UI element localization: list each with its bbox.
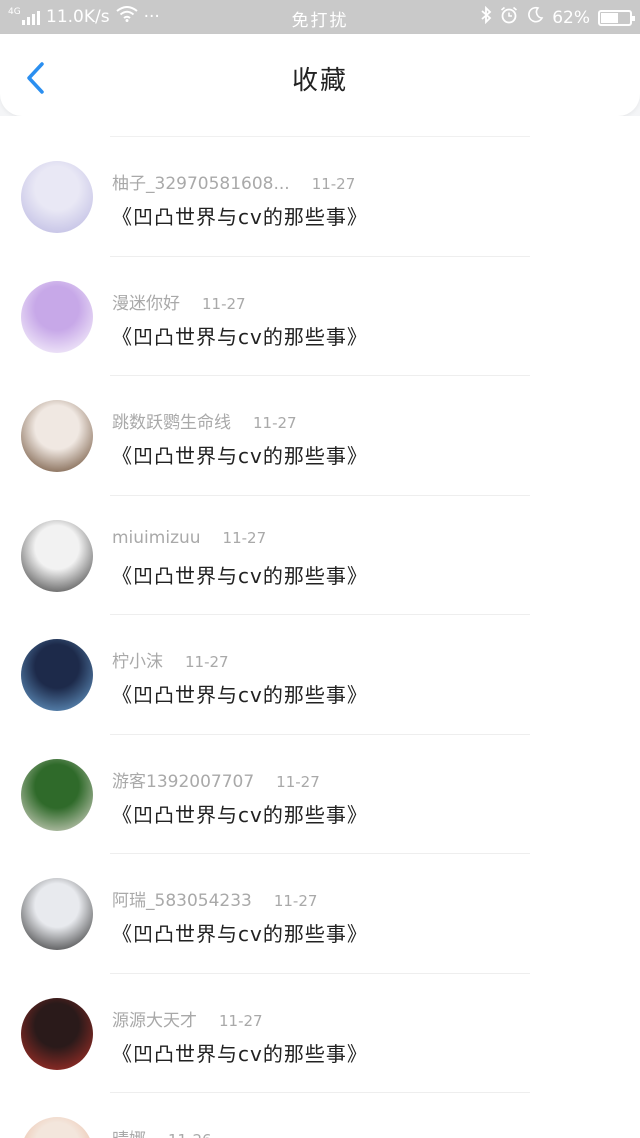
- username[interactable]: 柠小沫: [112, 652, 163, 672]
- timestamp: 11-27: [202, 294, 246, 313]
- list-item[interactable]: 游客1392007707 11-27 《凹凸世界与cv的那些事》: [0, 714, 640, 834]
- avatar[interactable]: [21, 997, 93, 1070]
- list-item[interactable]: 源源大天才 11-27 《凹凸世界与cv的那些事》: [0, 953, 640, 1073]
- header: 收藏: [0, 34, 640, 116]
- favorite-title[interactable]: 《凹凸世界与cv的那些事》: [112, 321, 368, 350]
- item-meta: 晴娜 11-26: [112, 1125, 212, 1138]
- item-meta: 柠小沫 11-27: [112, 647, 229, 672]
- battery-fill: [601, 12, 619, 23]
- item-meta: 阿瑞_583054233 11-27: [112, 886, 317, 911]
- username[interactable]: miuimizuu: [112, 528, 201, 548]
- bluetooth-icon: [480, 5, 492, 29]
- item-meta: 柚子_32970581608... 11-27: [112, 169, 355, 194]
- avatar[interactable]: [21, 161, 93, 233]
- item-meta: 游客1392007707 11-27: [112, 767, 320, 792]
- timestamp: 11-27: [311, 175, 356, 193]
- favorite-title[interactable]: 《凹凸世界与cv的那些事》: [112, 1038, 368, 1067]
- favorite-title[interactable]: 《凹凸世界与cv的那些事》: [112, 560, 368, 589]
- timestamp: 11-26: [168, 1131, 212, 1138]
- timestamp: 11-27: [273, 892, 318, 910]
- list-item[interactable]: 柠小沫 11-27 《凹凸世界与cv的那些事》: [0, 594, 640, 714]
- username[interactable]: 源源大天才: [112, 1011, 197, 1031]
- list-item[interactable]: 阿瑞_583054233 11-27 《凹凸世界与cv的那些事》: [0, 833, 640, 953]
- favorite-title[interactable]: 《凹凸世界与cv的那些事》: [112, 799, 368, 828]
- battery-percent: 62%: [552, 7, 590, 28]
- list-item[interactable]: 晴娜 11-26: [0, 1072, 640, 1138]
- battery-icon: [598, 9, 635, 26]
- timestamp: 11-27: [276, 772, 320, 791]
- favorite-title[interactable]: 《凹凸世界与cv的那些事》: [112, 440, 368, 469]
- avatar[interactable]: [21, 1117, 93, 1138]
- timestamp: 11-27: [222, 528, 267, 547]
- list-item[interactable]: 漫迷你好 11-27 《凹凸世界与cv的那些事》: [0, 236, 640, 356]
- avatar[interactable]: [21, 878, 93, 950]
- username[interactable]: 阿瑞_583054233: [112, 891, 252, 911]
- timestamp: 11-27: [253, 414, 297, 432]
- favorite-title[interactable]: 《凹凸世界与cv的那些事》: [112, 201, 368, 230]
- item-meta: miuimizuu 11-27: [112, 528, 266, 548]
- avatar[interactable]: [21, 639, 93, 711]
- item-meta: 漫迷你好 11-27: [112, 289, 246, 314]
- timestamp: 11-27: [219, 1011, 263, 1030]
- list-item[interactable]: 跳数跃鹦生命线 11-27 《凹凸世界与cv的那些事》: [0, 355, 640, 475]
- avatar[interactable]: [21, 400, 93, 472]
- list-item[interactable]: miuimizuu 11-27 《凹凸世界与cv的那些事》: [0, 475, 640, 595]
- username[interactable]: 柚子_32970581608...: [112, 174, 290, 194]
- favorite-title[interactable]: 《凹凸世界与cv的那些事》: [112, 679, 368, 708]
- item-meta: 跳数跃鹦生命线 11-27: [112, 408, 297, 433]
- username[interactable]: 晴娜: [112, 1130, 146, 1138]
- status-bar: 4G 11.0K/s ··· 免打扰 62%: [0, 0, 640, 34]
- timestamp: 11-27: [185, 653, 229, 671]
- item-meta: 源源大天才 11-27: [112, 1006, 263, 1031]
- page-title: 收藏: [291, 66, 348, 96]
- alarm-icon: [500, 6, 518, 29]
- favorites-list: 柚子_32970581608... 11-27 《凹凸世界与cv的那些事》 漫迷你好 1…: [0, 116, 640, 1138]
- username[interactable]: 游客1392007707: [112, 772, 254, 792]
- favorite-title[interactable]: 《凹凸世界与cv的那些事》: [112, 918, 368, 947]
- status-right: 62%: [480, 5, 635, 29]
- username[interactable]: 漫迷你好: [112, 294, 180, 314]
- avatar[interactable]: [21, 758, 93, 831]
- avatar[interactable]: [21, 280, 93, 353]
- list-item[interactable]: 柚子_32970581608... 11-27 《凹凸世界与cv的那些事》: [0, 116, 640, 236]
- username[interactable]: 跳数跃鹦生命线: [112, 413, 231, 433]
- moon-icon: [526, 6, 544, 29]
- avatar[interactable]: [21, 519, 93, 592]
